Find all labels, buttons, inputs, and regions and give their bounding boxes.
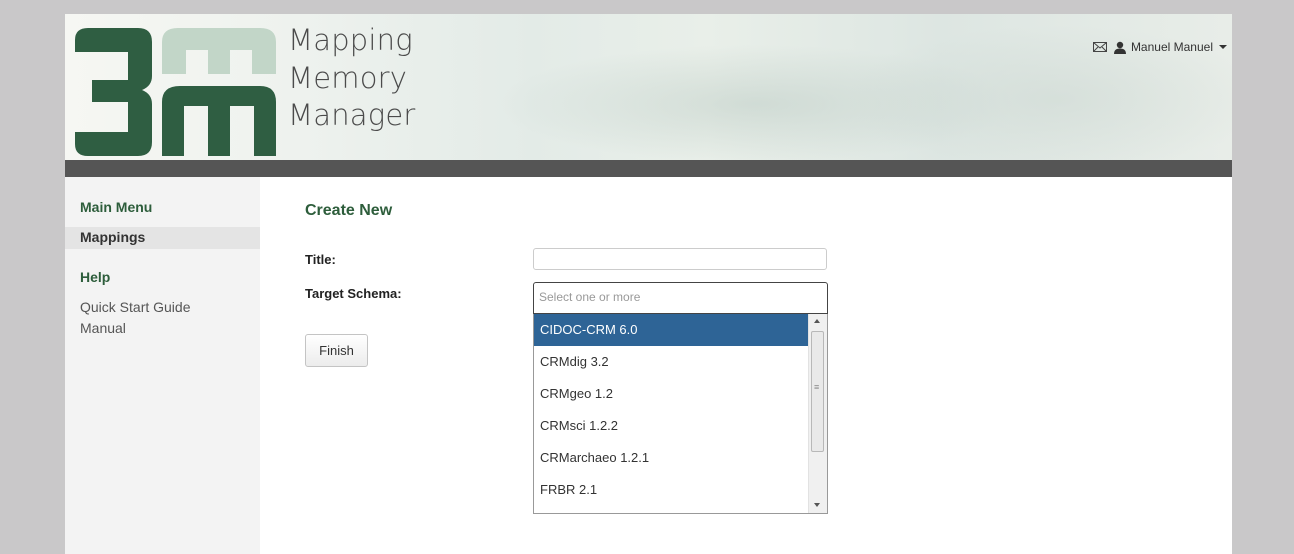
- target-schema-select[interactable]: Select one or more: [533, 282, 828, 314]
- sidebar-item-mappings[interactable]: Mappings: [65, 227, 260, 249]
- schema-option-crmsci[interactable]: CRMsci 1.2.2: [534, 410, 810, 442]
- sidebar-heading-main-menu: Main Menu: [80, 199, 153, 215]
- schema-option-crmarchaeo[interactable]: CRMarchaeo 1.2.1: [534, 442, 810, 474]
- schema-option-crmgeo[interactable]: CRMgeo 1.2: [534, 378, 810, 410]
- brand-line-memory: Memory: [288, 60, 408, 95]
- finish-button[interactable]: Finish: [305, 334, 368, 367]
- brand-title[interactable]: Mapping Memory Manager: [288, 22, 416, 135]
- sidebar-item-manual[interactable]: Manual: [80, 320, 126, 336]
- brand-line-manager: Manager: [288, 98, 416, 132]
- scrollbar-thumb[interactable]: [811, 331, 824, 452]
- schema-option-crmdig[interactable]: CRMdig 3.2: [534, 346, 810, 378]
- sidebar: Main Menu Mappings Help Quick Start Guid…: [65, 177, 260, 554]
- sidebar-heading-help: Help: [80, 269, 111, 285]
- dropdown-scrollbar[interactable]: [808, 314, 827, 513]
- scroll-up-arrow-icon[interactable]: [809, 314, 827, 330]
- target-schema-placeholder: Select one or more: [539, 290, 641, 304]
- user-area: Manuel Manuel: [1092, 40, 1227, 54]
- brand-line-mapping: Mapping: [288, 23, 413, 57]
- target-schema-dropdown[interactable]: CIDOC-CRM 6.0 CRMdig 3.2 CRMgeo 1.2 CRMs…: [533, 314, 828, 514]
- scroll-down-arrow-icon[interactable]: [809, 497, 827, 513]
- schema-option-cidoc-crm[interactable]: CIDOC-CRM 6.0: [534, 314, 810, 346]
- user-menu[interactable]: Manuel Manuel: [1113, 40, 1227, 54]
- header: Mapping Memory Manager Manuel Manuel: [65, 14, 1232, 160]
- user-name: Manuel Manuel: [1130, 40, 1213, 54]
- page-title: Create New: [305, 202, 393, 219]
- sidebar-item-label: Mappings: [80, 229, 146, 245]
- envelope-icon[interactable]: [1092, 41, 1107, 53]
- user-icon: [1113, 41, 1126, 54]
- header-divider-bar: [65, 160, 1232, 177]
- sidebar-item-quick-start-guide[interactable]: Quick Start Guide: [80, 299, 191, 315]
- title-input[interactable]: [533, 248, 827, 270]
- caret-down-icon: [1219, 45, 1227, 49]
- target-schema-label: Target Schema:: [305, 286, 402, 301]
- title-label: Title:: [305, 252, 336, 267]
- logo-3m[interactable]: [70, 18, 280, 158]
- page: Mapping Memory Manager Manuel Manuel Mai…: [65, 14, 1232, 554]
- schema-option-frbr[interactable]: FRBR 2.1: [534, 474, 810, 506]
